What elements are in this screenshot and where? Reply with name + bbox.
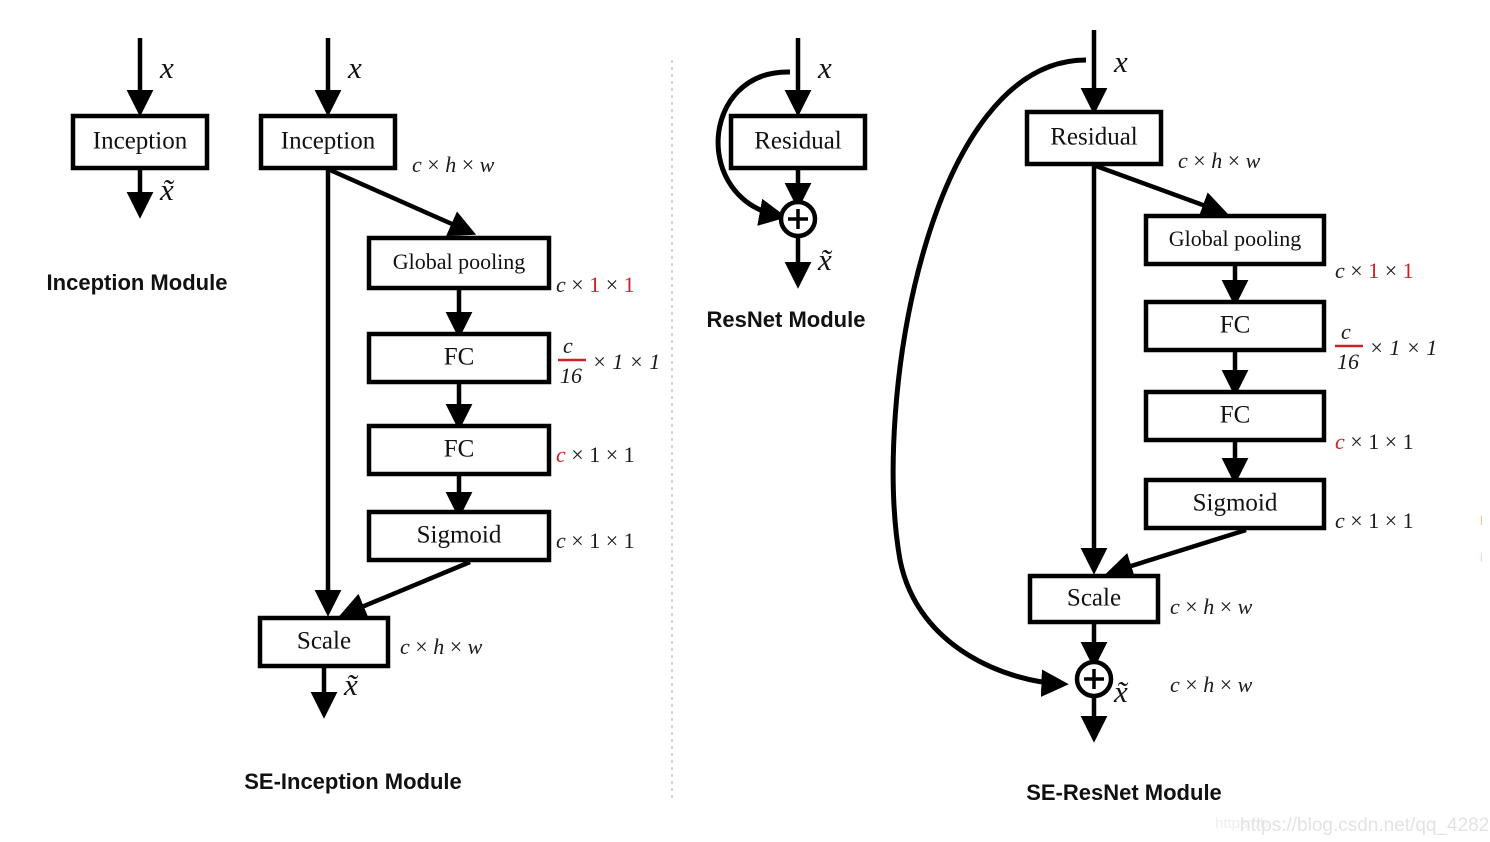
se-resnet-dim-fc1: c 16 × 1 × 1 [1335,319,1437,374]
se-inception-branch-arrow [329,167,477,237]
se-inception-global-pooling-label: Global pooling [393,249,526,274]
se-resnet-module-title: SE-ResNet Module [1026,780,1222,805]
svg-text:16: 16 [1337,349,1359,374]
se-resnet-sigmoid-to-scale-arrow [1105,527,1247,579]
svg-text:× 1 × 1: × 1 × 1 [1369,335,1437,360]
se-inception-sigmoid-to-scale-arrow [338,559,471,619]
se-resnet-fc1-label: FC [1220,312,1251,339]
svg-text:c: c [563,333,573,358]
watermark: https://blog.csdn.net/qq_42829049 [1240,815,1490,836]
se-resnet-output-label: x̃ [1113,674,1129,709]
se-inception-dim-fc2: c × 1 × 1 [556,442,635,467]
se-inception-output-label: x̃ [343,667,359,702]
module-resnet: x Residual x̃ ResNet Module [707,38,868,332]
se-inception-dim-inception: c × h × w [412,152,495,177]
se-resnet-global-pooling-label: Global pooling [1169,226,1302,251]
se-inception-module-title: SE-Inception Module [244,769,462,794]
se-resnet-dim-global-pooling: c × 1 × 1 [1335,258,1414,283]
edge-mark-lower: l [1480,550,1483,565]
inception-module-title: Inception Module [47,270,228,295]
svg-text:16: 16 [560,363,582,388]
se-inception-fc1-label: FC [444,344,475,371]
se-resnet-dim-fc2: c × 1 × 1 [1335,429,1414,454]
resnet-module-title: ResNet Module [707,307,866,332]
se-module-diagram: x Inception x̃ Inception Module x Incept… [47,30,1490,836]
se-resnet-scale-label: Scale [1067,585,1121,612]
se-resnet-sigmoid-label: Sigmoid [1193,490,1278,517]
se-inception-inception-label: Inception [281,128,376,155]
se-resnet-residual-label: Residual [1050,124,1138,151]
se-inception-dim-scale: c × h × w [400,634,483,659]
module-se-resnet: x Residual c × h × w Global pooling c × … [890,30,1437,805]
se-resnet-input-label: x [1113,44,1128,79]
se-inception-sigmoid-label: Sigmoid [417,522,502,549]
se-resnet-fc2-label: FC [1220,402,1251,429]
resnet-input-label: x [817,50,832,85]
se-inception-fc2-label: FC [444,436,475,463]
se-resnet-dim-residual: c × h × w [1178,148,1261,173]
module-se-inception: x Inception c × h × w Global pooling c ×… [244,38,660,794]
inception-box-label: Inception [93,128,188,155]
edge-mark-upper: l [1480,513,1483,528]
inception-output-label: x̃ [159,172,175,207]
resnet-output-label: x̃ [817,242,833,277]
se-resnet-dim-scale: c × h × w [1170,594,1253,619]
module-inception: x Inception x̃ Inception Module [47,38,228,295]
se-inception-scale-label: Scale [297,628,351,655]
se-inception-dim-sigmoid: c × 1 × 1 [556,528,635,553]
se-inception-input-label: x [347,50,362,85]
figure-canvas: x Inception x̃ Inception Module x Incept… [0,0,1490,842]
inception-input-label: x [159,50,174,85]
resnet-residual-label: Residual [754,128,842,155]
se-inception-dim-fc1: c 16 × 1 × 1 [558,333,660,388]
svg-text:c: c [1341,319,1351,344]
svg-text:× 1 × 1: × 1 × 1 [592,349,660,374]
se-inception-dim-global-pooling: c × 1 × 1 [556,272,635,297]
se-resnet-dim-sigmoid: c × 1 × 1 [1335,508,1414,533]
se-resnet-dim-sum: c × h × w [1170,672,1253,697]
